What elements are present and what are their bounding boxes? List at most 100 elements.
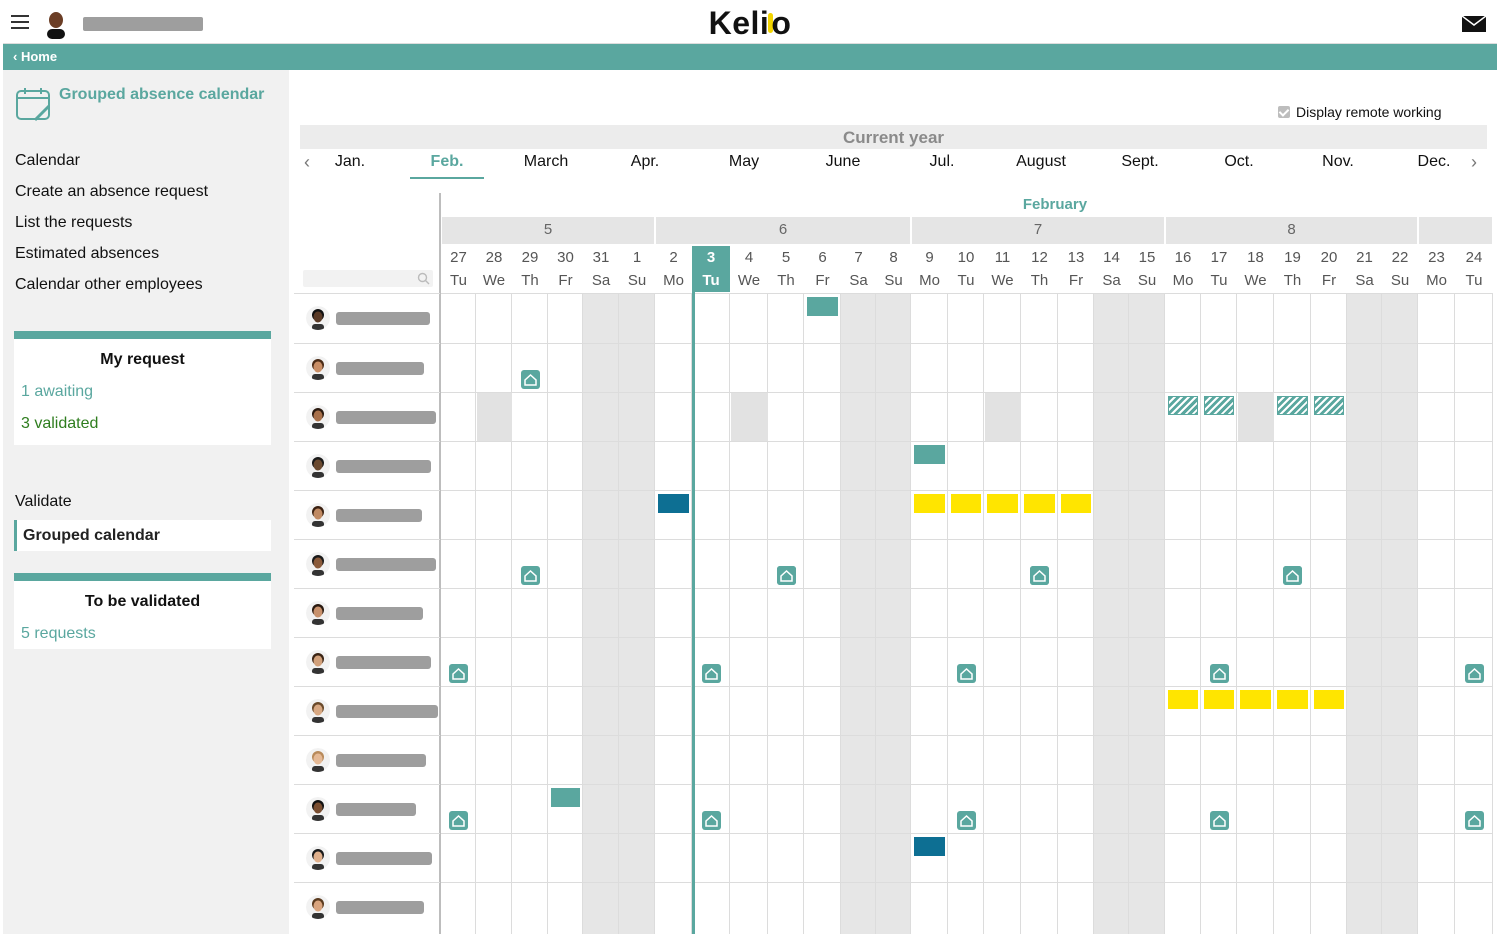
employee-row[interactable] — [294, 539, 440, 588]
absence-block[interactable] — [807, 297, 838, 316]
remote-working-house-icon[interactable] — [449, 811, 468, 830]
day-column — [1455, 293, 1493, 934]
month-tab[interactable]: Apr. — [608, 153, 682, 179]
employee-row[interactable] — [294, 588, 440, 637]
remote-working-house-icon[interactable] — [1209, 811, 1229, 830]
absence-block[interactable] — [914, 837, 945, 856]
month-tab[interactable]: May — [707, 153, 781, 179]
employee-row[interactable] — [294, 392, 440, 441]
checkbox-icon[interactable] — [1278, 106, 1290, 118]
remote-working-toggle[interactable]: Display remote working — [1278, 104, 1442, 120]
remote-working-house-icon[interactable] — [701, 664, 721, 683]
remote-working-house-icon[interactable] — [1030, 566, 1049, 585]
day-number: 27 — [450, 249, 467, 266]
search-icon[interactable] — [417, 272, 430, 285]
validated-requests-link[interactable]: 3 validated — [14, 415, 271, 433]
employee-name-placeholder — [336, 460, 431, 473]
month-tab[interactable]: Jan. — [313, 153, 387, 179]
absence-block[interactable] — [551, 788, 580, 807]
remote-working-house-icon[interactable] — [776, 566, 796, 585]
pending-absence-block[interactable] — [1277, 396, 1308, 415]
remote-working-house-icon[interactable] — [701, 811, 721, 830]
home-breadcrumb[interactable]: ‹ Home — [3, 44, 1497, 70]
employee-name-placeholder — [336, 705, 438, 718]
row-divider — [294, 490, 440, 491]
employee-row[interactable] — [294, 784, 440, 833]
chevron-right-icon[interactable]: › — [1471, 152, 1477, 173]
month-tab[interactable]: Dec. — [1397, 153, 1471, 179]
remote-working-house-icon[interactable] — [1283, 566, 1302, 585]
row-divider — [441, 882, 1493, 883]
day-column — [1237, 293, 1274, 934]
month-tab[interactable]: Feb. — [410, 153, 484, 179]
remote-working-house-icon[interactable] — [1464, 664, 1484, 683]
employee-name-placeholder — [336, 852, 432, 865]
month-tab[interactable]: March — [509, 153, 583, 179]
absence-block[interactable] — [1024, 494, 1055, 513]
month-tab[interactable]: Jul. — [905, 153, 979, 179]
absence-block[interactable] — [1168, 690, 1198, 709]
month-tab[interactable]: June — [806, 153, 880, 179]
absence-block[interactable] — [1314, 690, 1344, 709]
pending-absence-block[interactable] — [1204, 396, 1234, 415]
day-name: Mo — [1172, 272, 1194, 289]
employee-search-input[interactable] — [303, 270, 433, 287]
employee-row[interactable] — [294, 637, 440, 686]
month-tab[interactable]: August — [1004, 153, 1078, 179]
absence-block[interactable] — [1277, 690, 1308, 709]
remote-working-house-icon[interactable] — [956, 811, 976, 830]
row-divider — [441, 686, 1493, 687]
week-number: 8 — [1166, 217, 1417, 244]
employee-row[interactable] — [294, 686, 440, 735]
employee-row[interactable] — [294, 882, 440, 931]
employee-avatar — [306, 748, 330, 772]
employee-row[interactable] — [294, 735, 440, 784]
chevron-left-icon[interactable]: ‹ — [304, 152, 310, 173]
row-divider — [441, 784, 1493, 785]
pending-absence-block[interactable] — [1314, 396, 1344, 415]
month-tab[interactable]: Nov. — [1301, 153, 1375, 179]
remote-working-house-icon[interactable] — [449, 664, 468, 683]
day-number: 29 — [521, 249, 539, 266]
nav-calendar[interactable]: Calendar — [15, 152, 80, 170]
absence-block[interactable] — [951, 494, 981, 513]
employee-avatar — [306, 454, 330, 478]
day-column — [441, 293, 476, 934]
row-divider — [441, 637, 1493, 638]
employee-row[interactable] — [294, 833, 440, 882]
pending-absence-block[interactable] — [1168, 396, 1198, 415]
day-column-header: 10 Tu — [948, 246, 984, 292]
nav-estimated-absences[interactable]: Estimated absences — [15, 245, 159, 263]
remote-working-house-icon[interactable] — [1209, 664, 1229, 683]
day-name: Mo — [1426, 272, 1447, 289]
day-number: 9 — [925, 249, 934, 266]
employee-row[interactable] — [294, 441, 440, 490]
mail-icon[interactable] — [1462, 16, 1486, 32]
day-column-header: 31 Sa — [583, 246, 619, 292]
row-divider — [441, 539, 1493, 540]
employee-row[interactable] — [294, 343, 440, 392]
day-number: 28 — [485, 249, 503, 266]
absence-block[interactable] — [1204, 690, 1234, 709]
remote-working-house-icon[interactable] — [520, 566, 540, 585]
remote-working-house-icon[interactable] — [1464, 811, 1484, 830]
month-tab[interactable]: Sept. — [1103, 153, 1177, 179]
employee-row[interactable] — [294, 490, 440, 539]
day-number: 17 — [1210, 249, 1228, 266]
month-tab[interactable]: Oct. — [1202, 153, 1276, 179]
pending-requests-link[interactable]: 5 requests — [14, 625, 271, 643]
employee-row[interactable] — [294, 293, 440, 342]
nav-list-requests[interactable]: List the requests — [15, 214, 132, 232]
absence-block[interactable] — [914, 494, 945, 513]
nav-create-absence-request[interactable]: Create an absence request — [15, 183, 208, 201]
absence-block[interactable] — [987, 494, 1018, 513]
nav-calendar-other-employees[interactable]: Calendar other employees — [15, 276, 203, 294]
absence-block[interactable] — [1240, 690, 1271, 709]
absence-block[interactable] — [658, 494, 689, 513]
remote-working-house-icon[interactable] — [520, 370, 540, 389]
awaiting-requests-link[interactable]: 1 awaiting — [14, 383, 271, 401]
absence-block[interactable] — [1061, 494, 1091, 513]
absence-block[interactable] — [914, 445, 945, 464]
nav-grouped-calendar[interactable]: Grouped calendar — [14, 520, 271, 551]
remote-working-house-icon[interactable] — [956, 664, 976, 683]
